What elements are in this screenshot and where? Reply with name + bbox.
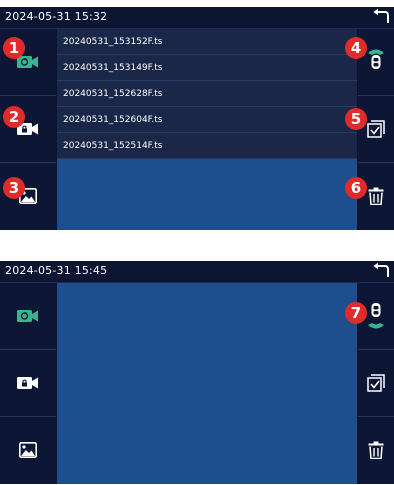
status-bar: 2024-05-31 15:32 bbox=[0, 7, 394, 29]
annotation-badge: 3 bbox=[3, 177, 25, 199]
action-panel bbox=[358, 29, 394, 230]
delete-button[interactable] bbox=[358, 417, 394, 483]
locked-video-files-button[interactable] bbox=[0, 350, 56, 417]
annotation-badge: 4 bbox=[345, 37, 367, 59]
annotation-badge: 6 bbox=[345, 177, 367, 199]
status-bar: 2024-05-31 15:45 bbox=[0, 261, 394, 283]
file-list-item[interactable]: 20240531_152514F.ts bbox=[57, 133, 357, 159]
annotation-badge: 5 bbox=[345, 108, 367, 130]
back-arrow-icon[interactable] bbox=[372, 262, 390, 280]
datetime-label: 2024-05-31 15:45 bbox=[5, 264, 108, 277]
file-type-panel bbox=[0, 283, 56, 484]
video-files-button[interactable] bbox=[0, 283, 56, 350]
multi-select-checkbox-icon bbox=[367, 120, 385, 138]
file-list: 20240531_153152F.ts 20240531_153149F.ts … bbox=[57, 29, 357, 159]
file-list-area: 20240531_153152F.ts 20240531_153149F.ts … bbox=[57, 29, 357, 230]
video-camera-icon bbox=[17, 310, 38, 322]
multi-select-checkbox-icon bbox=[367, 374, 385, 392]
video-camera-icon bbox=[17, 56, 38, 68]
playback-screen-file-list: 2024-05-31 15:32 20240531_153152F.ts 202… bbox=[0, 7, 394, 230]
file-type-panel bbox=[0, 29, 56, 230]
annotation-badge: 7 bbox=[345, 302, 367, 324]
datetime-label: 2024-05-31 15:32 bbox=[5, 10, 108, 23]
locked-video-icon bbox=[17, 377, 38, 389]
file-list-item[interactable]: 20240531_152604F.ts bbox=[57, 107, 357, 133]
back-arrow-icon[interactable] bbox=[372, 8, 390, 26]
annotation-badge: 1 bbox=[3, 37, 25, 59]
multi-select-button[interactable] bbox=[358, 96, 394, 163]
front-rear-camera-icon bbox=[368, 49, 384, 69]
photo-gallery-icon bbox=[19, 442, 37, 458]
file-list-item[interactable]: 20240531_152628F.ts bbox=[57, 81, 357, 107]
file-list-item[interactable]: 20240531_153152F.ts bbox=[57, 29, 357, 55]
empty-file-list-area bbox=[57, 283, 357, 484]
annotation-badge: 2 bbox=[3, 106, 25, 128]
multi-select-button[interactable] bbox=[358, 350, 394, 417]
file-list-item[interactable]: 20240531_153149F.ts bbox=[57, 55, 357, 81]
playback-screen-empty: 2024-05-31 15:45 7 bbox=[0, 261, 394, 484]
photo-files-button[interactable] bbox=[0, 417, 56, 483]
trash-can-icon bbox=[368, 441, 384, 459]
trash-can-icon bbox=[368, 187, 384, 205]
front-rear-camera-icon bbox=[368, 303, 384, 329]
